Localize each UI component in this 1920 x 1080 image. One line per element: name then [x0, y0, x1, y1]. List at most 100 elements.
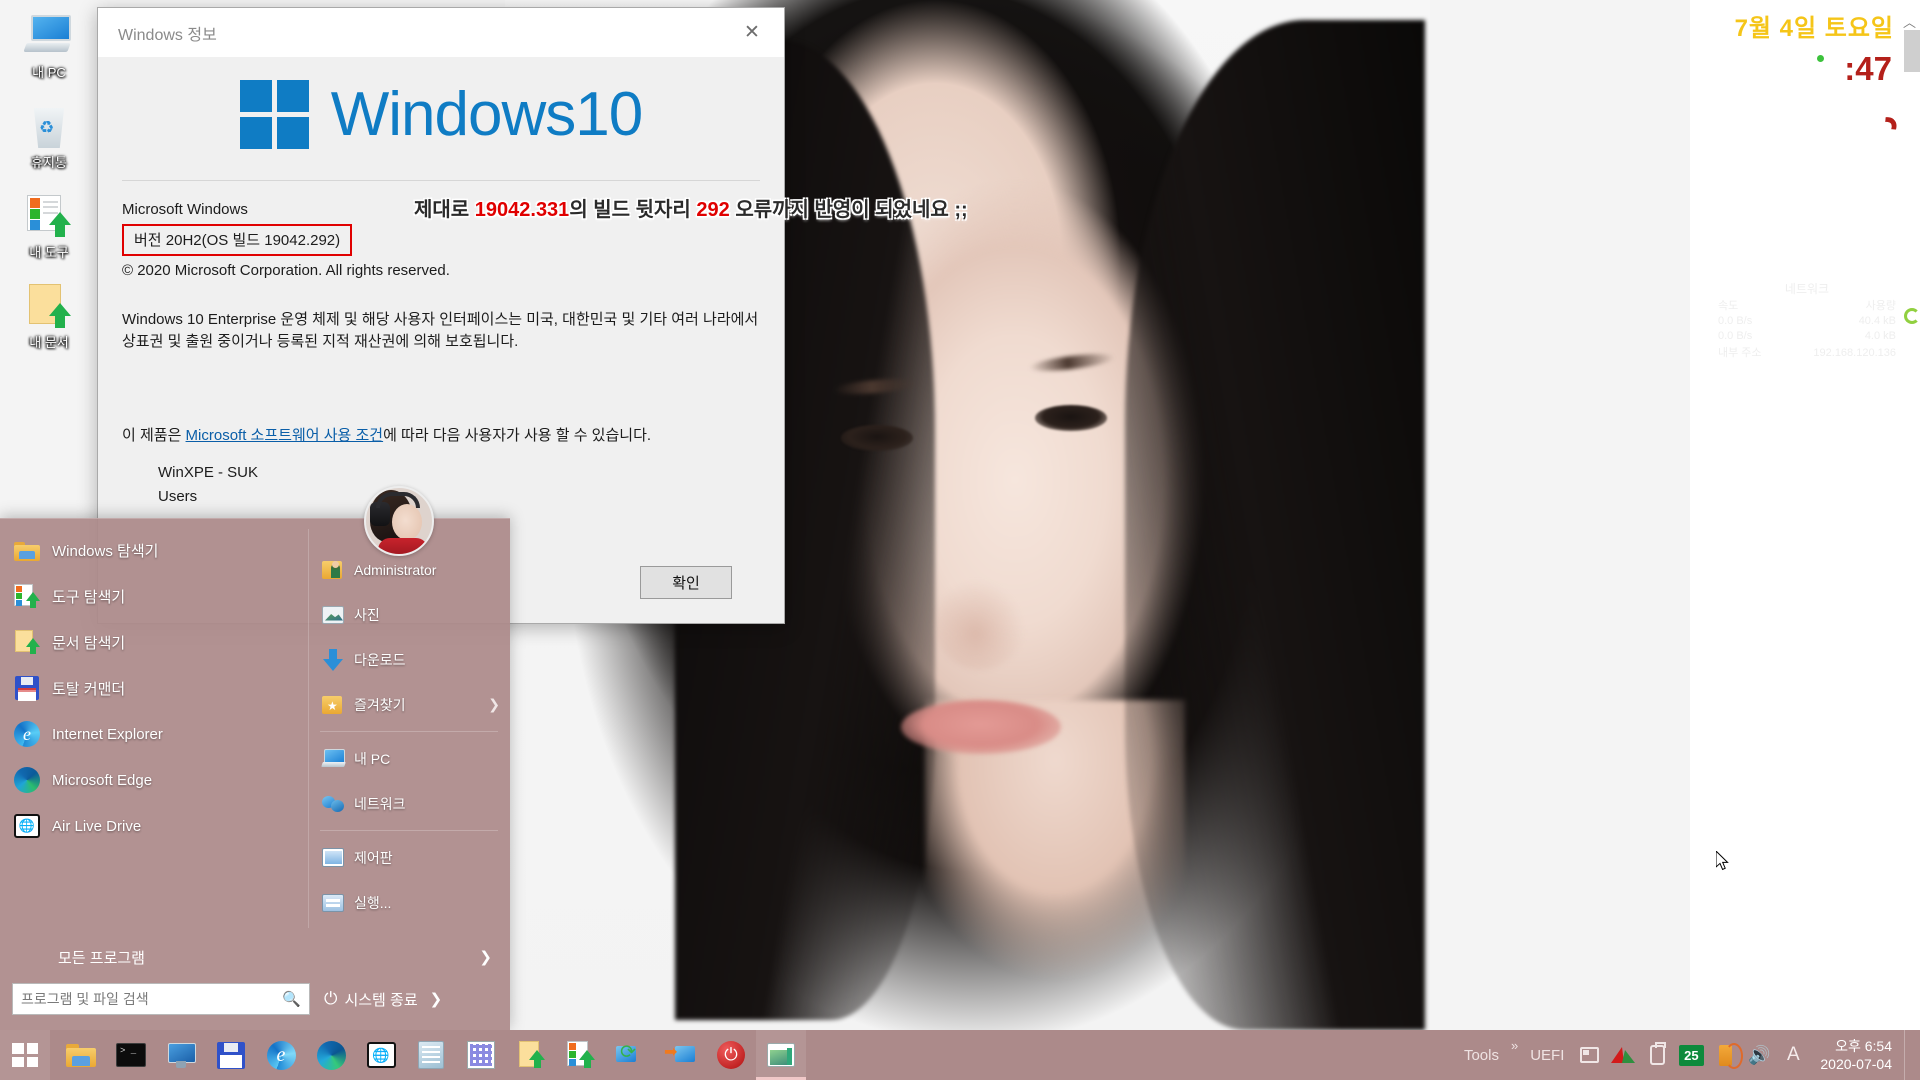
- desktop-icon-group: 내 PC ♻ 휴지통 내 도구 내 문서: [8, 4, 90, 364]
- power-icon: ⏻: [717, 1041, 745, 1069]
- scrollbar-thumb[interactable]: [1904, 30, 1920, 72]
- start-item-control-panel[interactable]: 제어판: [308, 835, 510, 880]
- taskbar-backup-sync[interactable]: [606, 1030, 656, 1080]
- folder-icon: [10, 540, 44, 561]
- sync-icon: [616, 1041, 646, 1068]
- start-item-internet-explorer[interactable]: e Internet Explorer: [0, 711, 308, 757]
- taskbar-buttons: e 🌐 ⏻: [56, 1030, 806, 1080]
- network-widget-row2-speed: 0.0 B/s: [1718, 330, 1753, 342]
- taskbar-command-prompt[interactable]: [106, 1030, 156, 1080]
- taskbar-microsoft-edge[interactable]: [306, 1030, 356, 1080]
- desktop-icon-my-documents[interactable]: 내 문서: [8, 274, 90, 352]
- start-menu-footer: 🔍 ⏻ 시스템 종료 ❯: [0, 976, 510, 1030]
- start-item-label: 실행...: [354, 894, 392, 911]
- start-button[interactable]: [0, 1030, 50, 1080]
- start-item-downloads[interactable]: 다운로드: [308, 637, 510, 682]
- command-prompt-icon: [116, 1043, 146, 1067]
- tray-battery-icon[interactable]: 25: [1674, 1030, 1708, 1080]
- microsoft-edge-icon: [316, 1040, 346, 1070]
- license-prefix-text: 이 제품은: [122, 427, 186, 444]
- taskbar-tools-explorer[interactable]: [556, 1030, 606, 1080]
- dialog-titlebar[interactable]: Windows 정보 ✕: [98, 8, 784, 57]
- document-up-icon: [518, 1041, 545, 1069]
- start-item-favorites[interactable]: ★ 즐겨찾기 ❯: [308, 682, 510, 727]
- start-item-network[interactable]: 네트워크: [308, 781, 510, 826]
- taskbar-document-explorer[interactable]: [506, 1030, 556, 1080]
- transfer-icon: [664, 1042, 696, 1068]
- tray-ime-icon[interactable]: A: [1776, 1030, 1810, 1080]
- search-input[interactable]: [21, 991, 283, 1007]
- taskbar-notepad[interactable]: [406, 1030, 456, 1080]
- start-item-run[interactable]: 실행...: [308, 880, 510, 925]
- taskbar-my-computer[interactable]: [156, 1030, 206, 1080]
- start-item-label: Administrator: [354, 561, 437, 578]
- taskbar-air-live-drive[interactable]: 🌐: [356, 1030, 406, 1080]
- taskbar-transfer[interactable]: [656, 1030, 706, 1080]
- taskbar-internet-explorer[interactable]: e: [256, 1030, 306, 1080]
- desktop-icon-recycle-bin[interactable]: ♻ 휴지통: [8, 94, 90, 172]
- start-item-label: 토탈 커맨더: [52, 680, 126, 698]
- close-icon[interactable]: ✕: [729, 17, 775, 48]
- recycle-bin-icon: ♻: [8, 100, 90, 152]
- start-item-microsoft-edge[interactable]: Microsoft Edge: [0, 757, 308, 803]
- start-item-my-pc[interactable]: 내 PC: [308, 736, 510, 781]
- start-item-air-live-drive[interactable]: 🌐 Air Live Drive: [0, 803, 308, 849]
- air-live-drive-icon: 🌐: [10, 814, 44, 838]
- user-folder-icon: [320, 559, 346, 580]
- start-item-label: 사진: [354, 606, 380, 623]
- pictures-icon: [320, 605, 346, 624]
- desktop-icon-my-tools[interactable]: 내 도구: [8, 184, 90, 262]
- notepad-icon: [418, 1041, 444, 1069]
- tray-usb-eject-icon[interactable]: [1640, 1030, 1674, 1080]
- taskbar-file-explorer[interactable]: [56, 1030, 106, 1080]
- start-menu-left-column: Windows 탐색기 도구 탐색기 문서 탐색기 토탈 커맨더 e Inter…: [0, 519, 308, 938]
- start-item-label: 내 PC: [354, 750, 391, 767]
- total-commander-icon: [10, 676, 44, 701]
- network-widget-ip-value: 192.168.120.136: [1813, 347, 1896, 359]
- ok-button[interactable]: 확인: [640, 566, 732, 599]
- network-icon: [320, 793, 346, 814]
- tray-uefi-label[interactable]: UEFI: [1522, 1047, 1572, 1064]
- shutdown-button[interactable]: ⏻ 시스템 종료 ❯: [324, 989, 442, 1010]
- licensed-user-item: WinXPE - SUK: [158, 464, 259, 481]
- tools-explorer-icon: [10, 584, 44, 608]
- desktop-icon-label: 내 PC: [32, 65, 66, 80]
- wallpaper-right-panel: [1690, 0, 1920, 1030]
- tray-colorpicker-icon[interactable]: [1606, 1030, 1640, 1080]
- start-menu[interactable]: Windows 탐색기 도구 탐색기 문서 탐색기 토탈 커맨더 e Inter…: [0, 518, 510, 1030]
- taskbar-window-manager[interactable]: [756, 1030, 806, 1080]
- desktop-icon-my-pc[interactable]: 내 PC: [8, 4, 90, 82]
- all-programs-button[interactable]: 모든 프로그램 ❯: [0, 938, 510, 976]
- internet-explorer-icon: e: [266, 1040, 296, 1070]
- desktop-icon-label: 휴지통: [31, 155, 67, 170]
- start-menu-divider: [308, 529, 309, 928]
- show-desktop-button[interactable]: [1904, 1030, 1912, 1080]
- taskbar[interactable]: e 🌐 ⏻ Tools: [0, 1030, 1920, 1080]
- start-item-label: Air Live Drive: [52, 817, 142, 835]
- desktop-icon-label: 내 문서: [29, 335, 69, 350]
- taskbar-power[interactable]: ⏻: [706, 1030, 756, 1080]
- tray-tools-label[interactable]: Tools: [1456, 1047, 1507, 1064]
- scroll-up-caret-icon[interactable]: ︿: [1903, 12, 1916, 31]
- chevron-right-icon: ❯: [479, 949, 492, 966]
- start-item-tools-explorer[interactable]: 도구 탐색기: [0, 573, 308, 619]
- tray-overflow-icon[interactable]: »: [1507, 1038, 1522, 1053]
- network-refresh-icon[interactable]: [1904, 308, 1920, 324]
- search-box[interactable]: 🔍: [12, 983, 310, 1015]
- start-item-document-explorer[interactable]: 문서 탐색기: [0, 619, 308, 665]
- taskbar-clock[interactable]: 오후 6:54 2020-07-04: [1810, 1037, 1904, 1073]
- start-item-label: Microsoft Edge: [52, 771, 153, 789]
- annotation-part-1: 제대로: [414, 199, 475, 221]
- start-item-pictures[interactable]: 사진: [308, 592, 510, 637]
- taskbar-total-commander[interactable]: [206, 1030, 256, 1080]
- tray-power-plan-icon[interactable]: [1708, 1030, 1743, 1080]
- license-terms-link[interactable]: Microsoft 소프트웨어 사용 조건: [186, 427, 384, 444]
- tray-display-icon[interactable]: [1572, 1030, 1606, 1080]
- network-widget-col2: 사용량: [1865, 300, 1896, 312]
- monitor-icon: [166, 1042, 196, 1068]
- start-item-total-commander[interactable]: 토탈 커맨더: [0, 665, 308, 711]
- tray-volume-icon[interactable]: 🔊: [1742, 1030, 1776, 1080]
- licensed-user-item: Users: [158, 488, 198, 505]
- taskbar-pixel-tool[interactable]: [456, 1030, 506, 1080]
- start-item-windows-explorer[interactable]: Windows 탐색기: [0, 527, 308, 573]
